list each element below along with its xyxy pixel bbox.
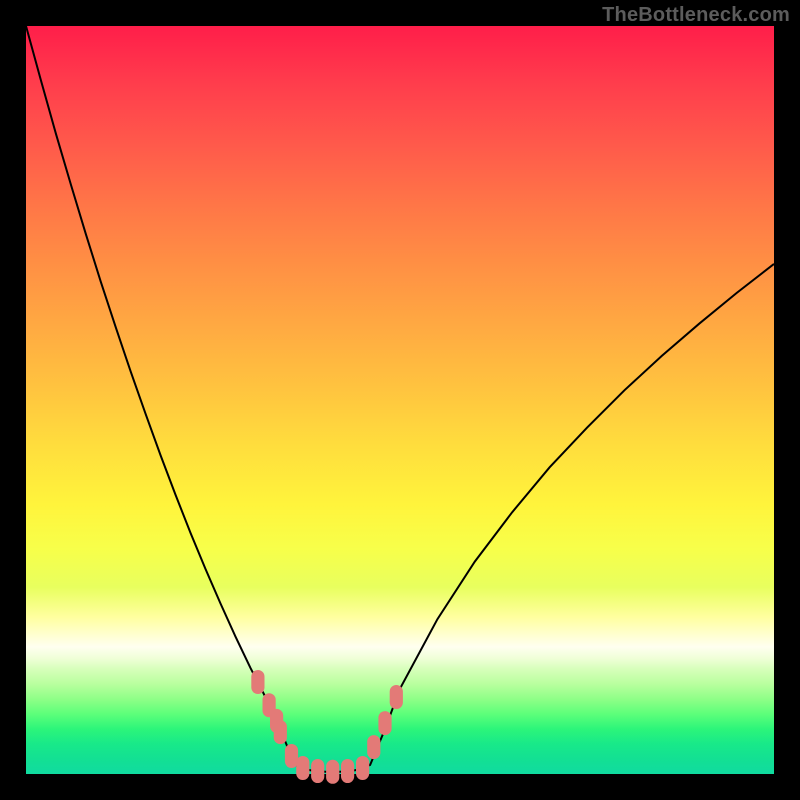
curve-marker [367, 735, 380, 759]
curve-marker [251, 670, 264, 694]
curve-marker [341, 759, 354, 783]
chart-frame: TheBottleneck.com [0, 0, 800, 800]
plot-area [26, 26, 774, 774]
curve-marker [274, 720, 287, 744]
bottleneck-curve [26, 26, 774, 772]
curve-marker [356, 756, 369, 780]
chart-svg [26, 26, 774, 774]
curve-marker [378, 711, 391, 735]
curve-marker [390, 685, 403, 709]
watermark-text: TheBottleneck.com [602, 4, 790, 27]
curve-marker [296, 756, 309, 780]
curve-marker [326, 760, 339, 784]
curve-marker [285, 744, 298, 768]
marker-group [251, 670, 403, 784]
curve-marker [311, 759, 324, 783]
